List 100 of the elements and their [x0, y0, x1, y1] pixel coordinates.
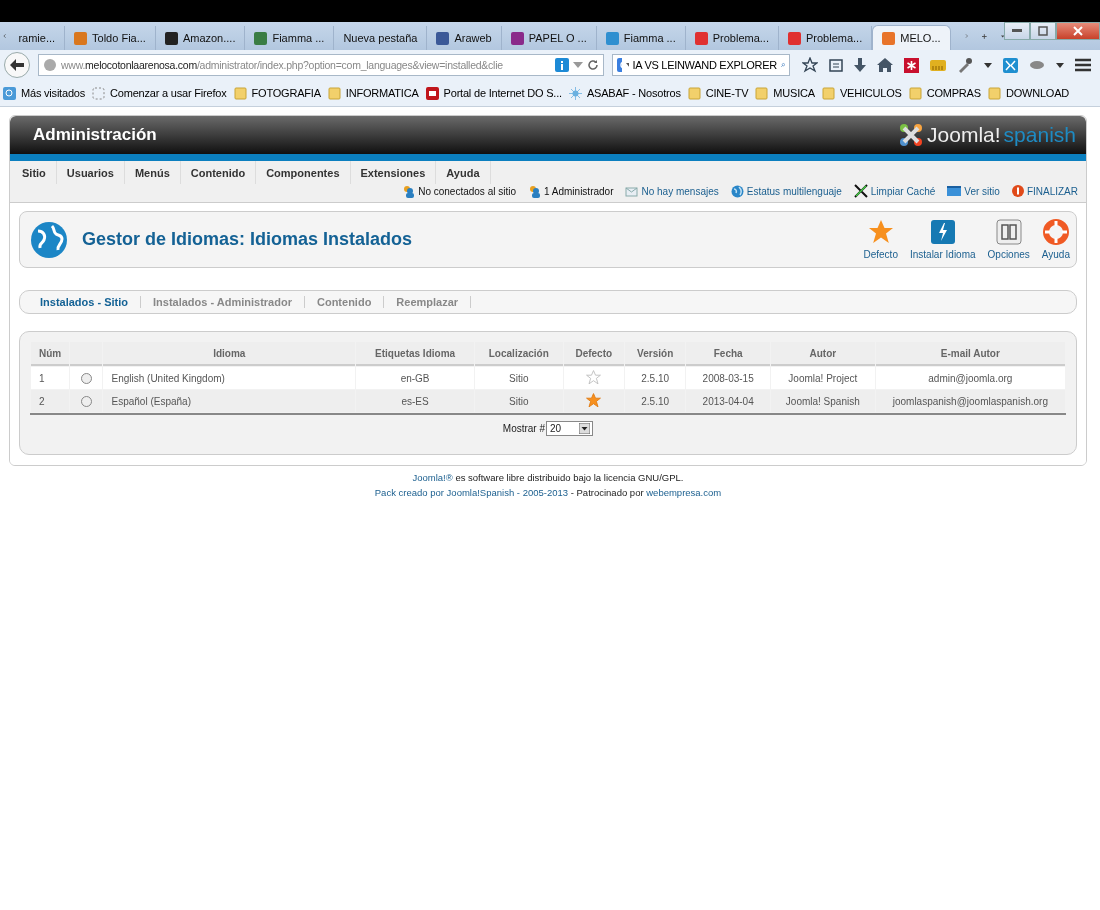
radio-button[interactable]	[80, 372, 92, 384]
table-cell: 2.5.10	[625, 367, 686, 389]
bookmark[interactable]: CINE-TV	[687, 86, 749, 100]
status-text: No conectados al sitio	[418, 185, 516, 197]
table-cell: Sitio	[475, 367, 563, 389]
table-cell: 2.5.10	[625, 390, 686, 412]
subtab[interactable]: Instalados - Sitio	[28, 296, 141, 308]
menu-item[interactable]: Usuarios	[56, 161, 125, 184]
status-link[interactable]: Estatus multilenguaje	[746, 185, 842, 197]
table-cell: Joomla! Project	[770, 367, 875, 389]
mail-icon	[625, 185, 639, 197]
toolbar-button[interactable]: Defecto	[863, 219, 898, 260]
bookmark[interactable]: COMPRAS	[908, 86, 981, 100]
users-icon	[528, 184, 541, 198]
star-icon[interactable]	[802, 57, 818, 73]
download-icon[interactable]	[854, 58, 866, 72]
footer-link[interactable]: webempresa.com	[646, 487, 722, 498]
info-icon[interactable]	[555, 58, 569, 72]
column-header[interactable]: Idioma	[103, 342, 356, 366]
star-icon	[867, 219, 894, 245]
footer-text: Pack creado por Joomla!Spanish - 2005-2013 - Patrocinado por webempresa.com	[373, 487, 723, 498]
column-header[interactable]: Localización	[475, 342, 563, 366]
table-cell: 1	[31, 367, 70, 389]
address-field[interactable]: www.melocotonlaarenosa.com/administrator/index.php?option=com_languages&view=installed&clie	[38, 54, 604, 76]
table-cell: Sitio	[475, 390, 563, 412]
folder-icon	[755, 86, 769, 100]
empty-star-icon[interactable]	[586, 369, 602, 385]
status-link[interactable]: FINALIZAR	[1026, 185, 1078, 197]
bookmark[interactable]: ASABAF - Nosotros	[568, 86, 681, 100]
toolbar-button[interactable]: Opciones	[987, 219, 1030, 260]
table-cell: Español (España)	[103, 390, 356, 412]
column-header[interactable]: Defecto	[563, 342, 624, 366]
header-title: Administración	[33, 125, 157, 145]
lifebuoy-icon	[1042, 219, 1069, 245]
folder-icon	[327, 86, 341, 100]
bookmark[interactable]: DOWNLOAD	[987, 86, 1070, 100]
asterisk-icon[interactable]	[904, 57, 919, 73]
dropdown-icon[interactable]	[573, 62, 583, 68]
bookmark[interactable]: MUSICA	[755, 86, 815, 100]
bookmark[interactable]: FOTOGRAFIA	[233, 86, 321, 100]
bookmark[interactable]: Comenzar a usar Firefox	[92, 86, 227, 100]
search-field[interactable]: IA VS LEINWAND EXPLORER	[612, 54, 790, 76]
column-header: Núm	[31, 342, 70, 366]
maximize-button[interactable]	[1030, 22, 1056, 40]
addon-icon[interactable]	[1003, 57, 1018, 73]
globe-icon	[30, 220, 68, 259]
globe-icon	[730, 184, 744, 198]
menu-item[interactable]: Extensiones	[350, 161, 437, 184]
ruler-icon[interactable]	[930, 59, 946, 71]
logo-icon	[898, 122, 925, 148]
table-cell: 2013-04-04	[686, 390, 770, 412]
exit-icon	[1011, 185, 1024, 197]
bookmark[interactable]: INFORMATICA	[327, 86, 419, 100]
column-header[interactable]: E-mail Autor	[875, 342, 1065, 366]
clipboard-icon[interactable]	[829, 58, 843, 72]
column-header[interactable]: Fecha	[686, 342, 770, 366]
screen-icon	[947, 186, 962, 196]
toolbar-button[interactable]: Ayuda	[1041, 219, 1070, 260]
radio-button[interactable]	[80, 395, 92, 407]
extension-icon[interactable]	[1029, 59, 1045, 71]
toolbar-button[interactable]: Instalar Idioma	[909, 219, 976, 260]
menu-item[interactable]: Contenido	[180, 161, 257, 184]
close-button[interactable]	[1056, 22, 1100, 40]
back-button[interactable]	[4, 52, 30, 78]
status-link[interactable]: No hay mensajes	[641, 185, 719, 197]
table-cell: 2008-03-15	[686, 367, 770, 389]
menu-item[interactable]: Componentes	[256, 161, 351, 184]
bookmark[interactable]: Más visitados	[3, 86, 86, 100]
home-icon[interactable]	[877, 58, 893, 72]
menu-item[interactable]: Menús	[124, 161, 181, 184]
menu-item[interactable]: Ayuda	[436, 161, 491, 184]
footer-text: Joomla!® es software libre distribuido bajo la licencia GNU/GPL.	[411, 472, 685, 483]
status-link[interactable]: Limpiar Caché	[870, 185, 936, 197]
bookmark[interactable]: Portal de Internet DO S...	[425, 86, 562, 100]
browser-tab[interactable]: MELO...	[872, 25, 951, 50]
folder-icon	[233, 86, 247, 100]
back-arrow-icon	[10, 59, 24, 71]
minimize-button[interactable]	[1004, 22, 1030, 40]
column-header[interactable]: Autor	[770, 342, 875, 366]
menu-item[interactable]: Sitio	[12, 161, 57, 184]
folder-icon	[821, 86, 835, 100]
minimize-icon	[1012, 29, 1022, 33]
footer-link[interactable]: Pack creado por Joomla!Spanish - 2005-2013	[374, 487, 569, 498]
page-size-select[interactable]: 20	[546, 421, 594, 436]
table-cell: es-ES	[356, 390, 474, 412]
folder-icon	[987, 86, 1001, 100]
folder-icon	[908, 86, 922, 100]
filled-star-icon[interactable]	[586, 392, 602, 408]
reload-icon[interactable]	[587, 59, 599, 71]
bookmark[interactable]: VEHICULOS	[821, 86, 902, 100]
menu-icon[interactable]	[1075, 58, 1091, 72]
broom-icon	[853, 184, 868, 198]
chevron-left-icon[interactable]	[3, 31, 7, 41]
options-icon	[995, 219, 1022, 245]
column-header[interactable]: Versión	[625, 342, 686, 366]
status-link[interactable]: Ver sitio	[964, 185, 1000, 197]
logo-text: spanish	[1003, 123, 1076, 147]
eyedropper-icon[interactable]	[957, 57, 973, 73]
column-header[interactable]: Etiquetas Idioma	[356, 342, 474, 366]
footer-link[interactable]: Joomla!®	[412, 472, 453, 483]
